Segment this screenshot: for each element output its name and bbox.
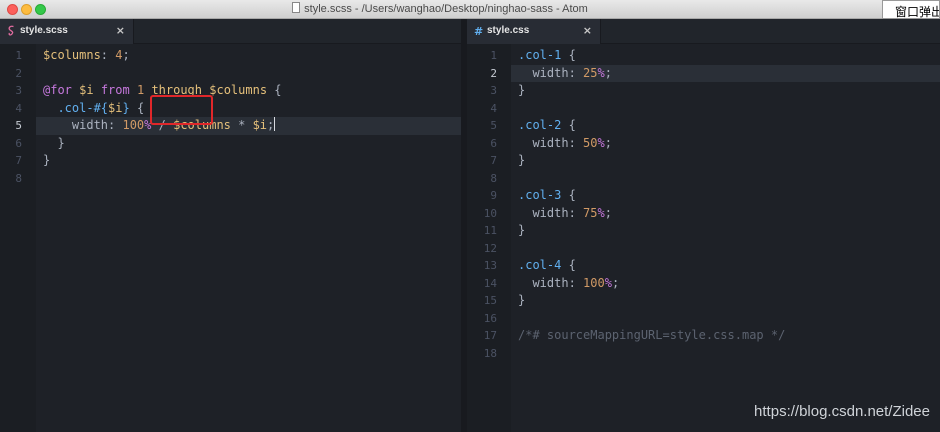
sass-file-icon (7, 25, 16, 39)
line-number-active: 5 (15, 119, 22, 132)
line-number: 3 (15, 84, 22, 97)
window-title-text: style.scss - /Users/wanghao/Desktop/ning… (304, 3, 588, 15)
code-line: .col-3 { (518, 188, 576, 202)
document-icon (292, 2, 301, 13)
left-tab-bar: style.scss × (0, 19, 461, 44)
text-cursor (274, 117, 276, 131)
line-number: 4 (490, 101, 497, 115)
line-number: 6 (15, 136, 22, 150)
watermark: https://blog.csdn.net/Zidee (754, 403, 930, 420)
code-line: .col-#{$i} { (57, 100, 145, 115)
line-number-gutter: 1 2 3 4 5 6 7 8 (0, 44, 36, 432)
line-number: 7 (15, 154, 22, 167)
code-line: } (518, 223, 526, 237)
line-number: 4 (15, 101, 22, 115)
tab-style-scss[interactable]: style.scss × (0, 19, 134, 44)
code-line: } (518, 293, 526, 307)
tab-label: style.scss (20, 25, 68, 36)
line-number: 17 (483, 329, 497, 342)
line-number: 15 (483, 294, 497, 307)
code-line: } (518, 153, 526, 167)
line-number: 10 (483, 206, 497, 220)
line-number: 12 (483, 241, 497, 255)
red-annotation-box (150, 95, 213, 125)
code-line: } (518, 83, 526, 97)
line-number: 18 (483, 346, 497, 360)
code-line: } (43, 135, 65, 150)
code-line: $columns: 4; (43, 48, 130, 62)
tab-label: style.css (487, 25, 530, 36)
left-editor-pane: style.scss × 1 2 3 4 5 6 7 8 $columns: 4… (0, 19, 461, 432)
popup-button[interactable]: 窗口弹出 (882, 0, 940, 19)
line-number-active: 2 (490, 66, 497, 80)
code-line: width: 50%; (518, 135, 612, 150)
code-line: } (43, 153, 51, 167)
code-editor[interactable]: .col-1 { width: 25%; } .col-2 { width: 5… (511, 44, 940, 432)
line-number: 2 (15, 66, 22, 80)
close-tab-icon[interactable]: × (116, 24, 125, 37)
tab-style-css[interactable]: # style.css × (467, 19, 601, 44)
line-number: 1 (15, 49, 22, 62)
line-number: 14 (483, 276, 497, 290)
code-line: .col-1 { (518, 48, 576, 62)
code-line-active: width: 25%; (511, 64, 940, 82)
code-token: $columns (43, 48, 101, 62)
line-number: 11 (483, 224, 497, 237)
window-title: style.scss - /Users/wanghao/Desktop/ning… (0, 2, 880, 15)
code-line: @for $i from 1 through $columns { (43, 83, 282, 97)
line-number: 6 (490, 136, 497, 150)
line-number: 3 (490, 84, 497, 97)
line-number: 16 (483, 311, 497, 325)
code-line: width: 75%; (518, 205, 612, 220)
code-line: .col-2 { (518, 118, 576, 132)
line-number: 9 (490, 189, 497, 202)
code-line-active: width: 100% / $columns * $i; (36, 117, 461, 135)
code-line-comment: /*# sourceMappingURL=style.css.map */ (518, 328, 786, 342)
code-editor[interactable]: $columns: 4; @for $i from 1 through $col… (36, 44, 461, 432)
right-tab-bar: # style.css × (467, 19, 940, 44)
line-number: 7 (490, 154, 497, 167)
code-line: .col-4 { (518, 258, 576, 272)
line-number: 13 (483, 259, 497, 272)
line-number: 1 (490, 49, 497, 62)
line-number: 8 (490, 171, 497, 185)
close-tab-icon[interactable]: × (583, 24, 592, 37)
right-editor-pane: # style.css × 1 2 3 4 5 6 7 8 9 10 11 12… (467, 19, 940, 432)
line-number-gutter: 1 2 3 4 5 6 7 8 9 10 11 12 13 14 15 16 1… (467, 44, 511, 432)
line-number: 5 (490, 119, 497, 132)
line-number: 8 (15, 171, 22, 185)
css-file-icon: # (474, 25, 484, 38)
window-title-bar: style.scss - /Users/wanghao/Desktop/ning… (0, 0, 940, 19)
code-line: width: 100%; (518, 275, 620, 290)
